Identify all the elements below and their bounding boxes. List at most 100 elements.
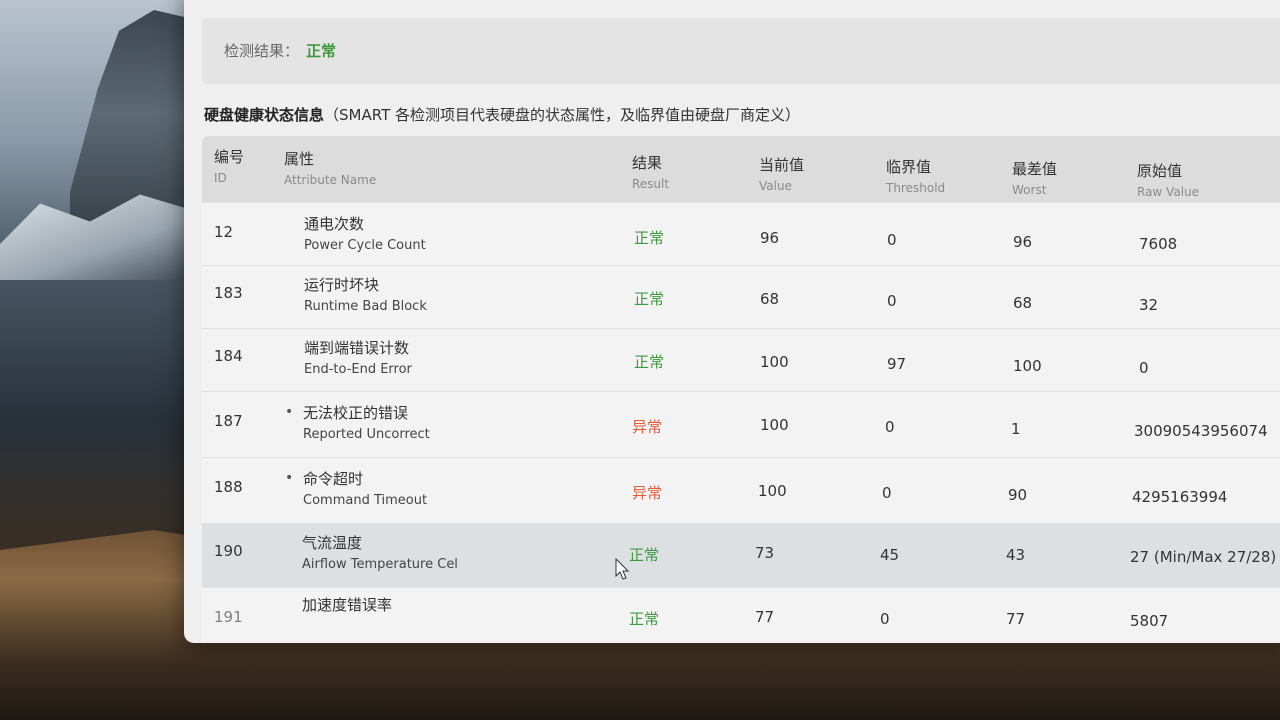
row-result: 正常 bbox=[634, 290, 665, 308]
mouse-pointer-icon bbox=[615, 558, 629, 580]
row-id: 184 bbox=[214, 347, 243, 365]
row-value: 100 bbox=[758, 482, 787, 500]
col-result-en: Result bbox=[632, 177, 670, 191]
row-id: 183 bbox=[214, 284, 243, 302]
row-raw: 0 bbox=[1139, 359, 1149, 377]
table-row[interactable]: 191 加速度错误率 正常 77 0 77 5807 bbox=[202, 587, 1280, 643]
col-value[interactable]: 当前值 Value bbox=[759, 154, 804, 193]
row-id: 191 bbox=[214, 608, 243, 626]
row-threshold: 0 bbox=[887, 292, 897, 310]
row-value: 68 bbox=[760, 290, 780, 308]
col-attr[interactable]: 属性 Attribute Name bbox=[284, 148, 376, 187]
col-attr-en: Attribute Name bbox=[284, 173, 377, 187]
row-raw: 4295163994 bbox=[1132, 488, 1228, 506]
row-raw: 27 (Min/Max 27/28) bbox=[1130, 548, 1277, 566]
row-id: 187 bbox=[214, 412, 243, 430]
row-attribute: 加速度错误率 bbox=[302, 594, 392, 615]
attr-cn: 无法校正的错误 bbox=[303, 404, 409, 422]
attr-en: Reported Uncorrect bbox=[303, 427, 430, 442]
row-value: 96 bbox=[760, 229, 780, 247]
col-raw-en: Raw Value bbox=[1137, 185, 1200, 199]
col-value-cn: 当前值 bbox=[759, 156, 805, 174]
row-attribute: 命令超时 Command Timeout bbox=[303, 468, 427, 508]
section-title-main: 硬盘健康状态信息 bbox=[204, 106, 325, 124]
section-title: 硬盘健康状态信息（SMART 各检测项目代表硬盘的状态属性，及临界值由硬盘厂商定… bbox=[204, 104, 800, 125]
row-raw: 32 bbox=[1139, 296, 1159, 314]
row-result: 正常 bbox=[634, 229, 665, 247]
attr-en: Runtime Bad Block bbox=[304, 299, 427, 314]
col-attr-cn: 属性 bbox=[284, 150, 315, 168]
row-worst: 96 bbox=[1013, 233, 1033, 251]
col-value-en: Value bbox=[759, 179, 792, 193]
row-attribute: 无法校正的错误 Reported Uncorrect bbox=[303, 402, 430, 442]
row-attribute: 通电次数 Power Cycle Count bbox=[304, 213, 426, 253]
row-raw: 5807 bbox=[1130, 612, 1169, 630]
col-worst[interactable]: 最差值 Worst bbox=[1012, 158, 1057, 197]
row-threshold: 0 bbox=[882, 484, 892, 502]
col-threshold-cn: 临界值 bbox=[886, 158, 932, 176]
row-result: 正常 bbox=[629, 610, 660, 628]
row-result: 异常 bbox=[632, 418, 663, 436]
row-threshold: 0 bbox=[887, 231, 897, 249]
table-row[interactable]: 187 • 无法校正的错误 Reported Uncorrect 异常 100 … bbox=[202, 391, 1280, 458]
row-worst: 77 bbox=[1006, 610, 1026, 628]
col-id-en: ID bbox=[214, 171, 227, 185]
table-row[interactable]: 188 • 命令超时 Command Timeout 异常 100 0 90 4… bbox=[202, 457, 1280, 524]
attr-cn: 通电次数 bbox=[304, 215, 365, 233]
row-attribute: 端到端错误计数 End-to-End Error bbox=[304, 337, 412, 377]
col-id[interactable]: 编号 ID bbox=[214, 146, 244, 185]
row-worst: 90 bbox=[1008, 486, 1028, 504]
row-attribute: 气流温度 Airflow Temperature Cel bbox=[302, 532, 458, 572]
table-header: 编号 ID 属性 Attribute Name 结果 Result 当前值 Va… bbox=[202, 136, 1280, 202]
row-threshold: 0 bbox=[885, 418, 895, 436]
row-id: 12 bbox=[214, 223, 234, 241]
detect-result-value: 正常 bbox=[306, 42, 337, 60]
col-threshold[interactable]: 临界值 Threshold bbox=[886, 156, 945, 195]
row-worst: 1 bbox=[1011, 420, 1021, 438]
row-raw: 7608 bbox=[1139, 235, 1178, 253]
detect-result-label: 检测结果： bbox=[224, 42, 300, 60]
attr-cn: 运行时坏块 bbox=[304, 276, 380, 294]
table-row-selected[interactable]: 190 气流温度 Airflow Temperature Cel 正常 73 4… bbox=[202, 523, 1280, 588]
row-worst: 68 bbox=[1013, 294, 1033, 312]
col-result-cn: 结果 bbox=[632, 154, 663, 172]
row-result: 异常 bbox=[632, 484, 663, 502]
table-row[interactable]: 183 运行时坏块 Runtime Bad Block 正常 68 0 68 3… bbox=[202, 265, 1280, 329]
attr-cn: 气流温度 bbox=[302, 534, 363, 552]
row-result: 正常 bbox=[634, 353, 665, 371]
col-worst-cn: 最差值 bbox=[1012, 160, 1058, 178]
row-threshold: 0 bbox=[880, 610, 890, 628]
col-id-cn: 编号 bbox=[214, 148, 245, 166]
warning-bullet-icon: • bbox=[285, 470, 294, 486]
col-worst-en: Worst bbox=[1012, 183, 1047, 197]
col-result[interactable]: 结果 Result bbox=[632, 152, 669, 191]
warning-bullet-icon: • bbox=[285, 404, 294, 420]
disk-check-window: 检测结果： 正常 硬盘健康状态信息（SMART 各检测项目代表硬盘的状态属性，及… bbox=[184, 0, 1280, 643]
col-raw-cn: 原始值 bbox=[1137, 162, 1183, 180]
section-title-note: （SMART 各检测项目代表硬盘的状态属性，及临界值由硬盘厂商定义） bbox=[324, 106, 801, 124]
attr-en: Airflow Temperature Cel bbox=[302, 557, 458, 572]
row-value: 100 bbox=[760, 353, 789, 371]
attr-cn: 加速度错误率 bbox=[302, 596, 393, 614]
attr-cn: 端到端错误计数 bbox=[304, 339, 410, 357]
row-id: 190 bbox=[214, 542, 243, 560]
row-value: 100 bbox=[760, 416, 789, 434]
col-threshold-en: Threshold bbox=[886, 181, 946, 195]
row-result: 正常 bbox=[629, 546, 660, 564]
row-raw: 30090543956074 bbox=[1134, 422, 1268, 440]
table-row[interactable]: 184 端到端错误计数 End-to-End Error 正常 100 97 1… bbox=[202, 328, 1280, 392]
smart-table: 编号 ID 属性 Attribute Name 结果 Result 当前值 Va… bbox=[202, 136, 1280, 643]
row-value: 77 bbox=[755, 608, 775, 626]
table-row[interactable]: 12 通电次数 Power Cycle Count 正常 96 0 96 760… bbox=[202, 202, 1280, 266]
row-id: 188 bbox=[214, 478, 243, 496]
row-worst: 43 bbox=[1006, 546, 1026, 564]
detect-result-panel: 检测结果： 正常 bbox=[202, 18, 1280, 84]
attr-cn: 命令超时 bbox=[303, 470, 364, 488]
attr-en: End-to-End Error bbox=[304, 362, 412, 377]
row-value: 73 bbox=[755, 544, 775, 562]
row-worst: 100 bbox=[1013, 357, 1042, 375]
col-raw[interactable]: 原始值 Raw Value bbox=[1137, 160, 1199, 199]
attr-en: Command Timeout bbox=[303, 493, 428, 508]
row-attribute: 运行时坏块 Runtime Bad Block bbox=[304, 274, 427, 314]
attr-en: Power Cycle Count bbox=[304, 238, 426, 253]
